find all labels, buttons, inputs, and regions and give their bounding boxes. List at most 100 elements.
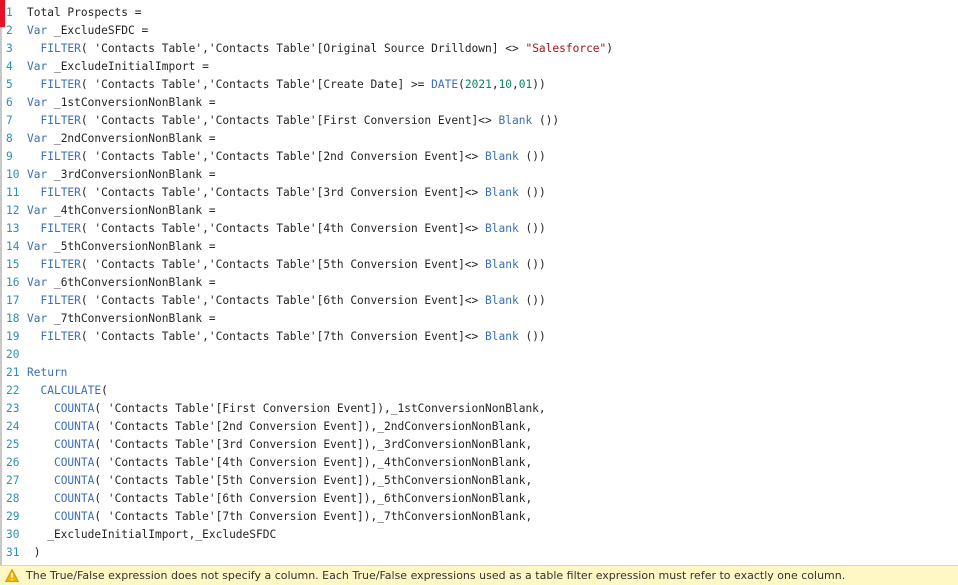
code-text: FILTER( 'Contacts Table','Contacts Table… [27,76,545,94]
code-token: 10 [498,78,513,91]
code-token: COUNTA [53,402,95,415]
code-line[interactable]: 1 Total Prospects = [0,4,958,22]
code-token: ( 'Contacts Table','Contacts Table'[2nd … [80,150,486,163]
code-token: "Salesforce" [525,42,607,55]
line-number: 12 [6,204,20,217]
code-token: 01 [518,78,533,91]
code-line[interactable]: 28 COUNTA( 'Contacts Table'[6th Conversi… [0,490,958,508]
code-line[interactable]: 9 FILTER( 'Contacts Table','Contacts Tab… [0,148,958,166]
code-text: Var _2ndConversionNonBlank = [27,130,216,148]
code-line[interactable]: 6 Var _1stConversionNonBlank = [0,94,958,112]
code-line[interactable]: 7 FILTER( 'Contacts Table','Contacts Tab… [0,112,958,130]
code-line[interactable]: 23 COUNTA( 'Contacts Table'[First Conver… [0,400,958,418]
code-token: Blank [498,114,533,127]
code-token: Var [27,168,48,181]
code-token: ( 'Contacts Table'[5th Conversion Event]… [94,474,533,487]
code-area[interactable]: 1 Total Prospects = 2 Var _ExcludeSFDC = 3 F… [0,4,958,562]
line-number: 6 [6,96,13,109]
code-line[interactable]: 14 Var _5thConversionNonBlank = [0,238,958,256]
code-text: Return [27,364,67,382]
code-token: FILTER [40,42,81,55]
code-line[interactable]: 12 Var _4thConversionNonBlank = [0,202,958,220]
code-line[interactable]: 21 Return [0,364,958,382]
code-token: FILTER [40,150,81,163]
line-number: 25 [6,438,20,451]
code-token: , [491,78,499,91]
line-number: 2 [6,24,13,37]
code-line[interactable]: 24 COUNTA( 'Contacts Table'[2nd Conversi… [0,418,958,436]
code-line[interactable]: 16 Var _6thConversionNonBlank = [0,274,958,292]
code-token: COUNTA [53,438,95,451]
line-number: 19 [6,330,20,343]
code-token: Blank [485,222,519,235]
code-token: ( 'Contacts Table'[2nd Conversion Event]… [94,420,533,433]
code-text: Var _4thConversionNonBlank = [27,202,216,220]
code-text: Var _6thConversionNonBlank = [27,274,216,292]
code-line[interactable]: 11 FILTER( 'Contacts Table','Contacts Ta… [0,184,958,202]
code-token: _6thConversionNonBlank = [47,276,216,289]
code-token: Var [27,60,48,73]
line-number: 14 [6,240,20,253]
code-line[interactable]: 15 FILTER( 'Contacts Table','Contacts Ta… [0,256,958,274]
code-text: COUNTA( 'Contacts Table'[7th Conversion … [27,508,532,526]
code-line[interactable]: 18 Var _7thConversionNonBlank = [0,310,958,328]
code-line[interactable]: 19 FILTER( 'Contacts Table','Contacts Ta… [0,328,958,346]
code-line[interactable]: 13 FILTER( 'Contacts Table','Contacts Ta… [0,220,958,238]
error-message: The True/False expression does not speci… [26,569,846,582]
code-line[interactable]: 3 FILTER( 'Contacts Table','Contacts Tab… [0,40,958,58]
code-token: Var [27,132,48,145]
code-token: Total Prospects = [27,6,142,19]
line-number: 29 [6,510,20,523]
code-text: FILTER( 'Contacts Table','Contacts Table… [27,220,545,238]
line-number: 21 [6,366,20,379]
code-token: COUNTA [53,420,95,433]
code-text: COUNTA( 'Contacts Table'[3rd Conversion … [27,436,532,454]
code-line[interactable]: 22 CALCULATE( [0,382,958,400]
code-token: FILTER [40,294,81,307]
line-number: 26 [6,456,20,469]
line-number: 9 [6,150,13,163]
line-number: 18 [6,312,20,325]
code-line[interactable]: 8 Var _2ndConversionNonBlank = [0,130,958,148]
code-token: CALCULATE [40,384,102,397]
code-token: _1stConversionNonBlank = [47,96,216,109]
code-line[interactable]: 29 COUNTA( 'Contacts Table'[7th Conversi… [0,508,958,526]
code-line[interactable]: 5 FILTER( 'Contacts Table','Contacts Tab… [0,76,958,94]
line-number: 5 [6,78,13,91]
code-line[interactable]: 30 _ExcludeInitialImport,_ExcludeSFDC [0,526,958,544]
code-line[interactable]: 25 COUNTA( 'Contacts Table'[3rd Conversi… [0,436,958,454]
code-line[interactable]: 17 FILTER( 'Contacts Table','Contacts Ta… [0,292,958,310]
line-number: 27 [6,474,20,487]
line-number: 11 [6,186,20,199]
code-token: ( 'Contacts Table','Contacts Table'[7th … [80,330,486,343]
code-token: Blank [485,186,519,199]
code-token: 2021 [464,78,492,91]
code-text: FILTER( 'Contacts Table','Contacts Table… [27,112,559,130]
code-line[interactable]: 2 Var _ExcludeSFDC = [0,22,958,40]
code-token: Var [27,204,48,217]
code-token: COUNTA [53,474,95,487]
code-line[interactable]: 26 COUNTA( 'Contacts Table'[4th Conversi… [0,454,958,472]
code-line[interactable]: 31 ) [0,544,958,562]
code-token: _ExcludeInitialImport,_ExcludeSFDC [27,528,277,541]
code-text: CALCULATE( [27,382,107,400]
code-line[interactable]: 10 Var _3rdConversionNonBlank = [0,166,958,184]
code-token: FILTER [40,258,81,271]
code-line[interactable]: 4 Var _ExcludeInitialImport = [0,58,958,76]
code-token: ()) [518,150,546,163]
code-line[interactable]: 20 [0,346,958,364]
code-token: ( 'Contacts Table'[7th Conversion Event]… [94,510,533,523]
code-token: ( 'Contacts Table','Contacts Table'[4th … [80,222,486,235]
code-token: _7thConversionNonBlank = [47,312,216,325]
code-token: ()) [518,186,546,199]
code-line[interactable]: 27 COUNTA( 'Contacts Table'[5th Conversi… [0,472,958,490]
formula-editor[interactable]: 1 Total Prospects = 2 Var _ExcludeSFDC = 3 F… [0,0,958,565]
code-token: ( [458,78,465,91]
